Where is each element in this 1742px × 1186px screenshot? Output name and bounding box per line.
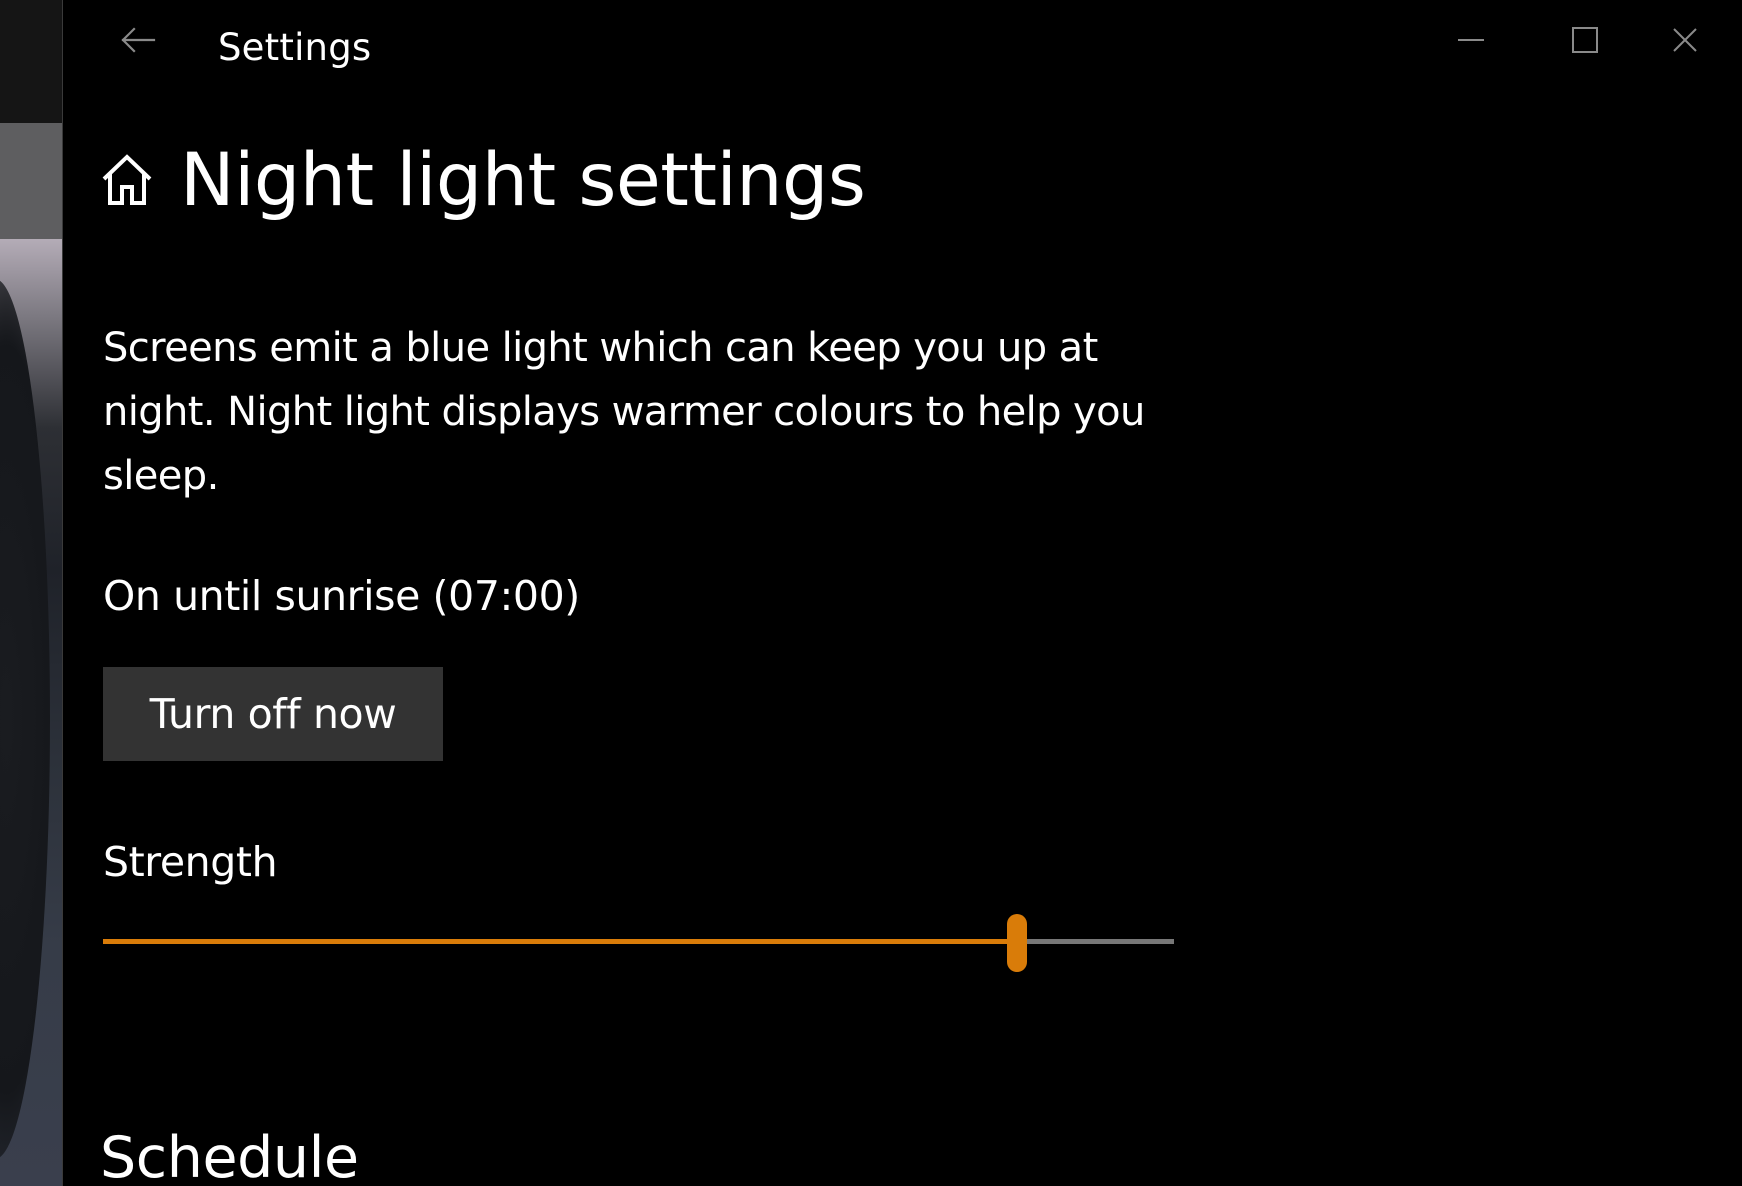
close-button[interactable] <box>1628 0 1742 80</box>
home-icon[interactable] <box>98 151 156 209</box>
settings-window: Settings Night light settings Screens em… <box>0 0 1742 1186</box>
desktop-wallpaper <box>0 239 62 1186</box>
close-icon <box>1673 28 1697 52</box>
minimize-button[interactable] <box>1414 0 1528 80</box>
slider-fill <box>103 939 1017 944</box>
night-light-status: On until sunrise (07:00) <box>103 572 580 620</box>
maximize-button[interactable] <box>1528 0 1642 80</box>
window-border <box>62 0 63 1186</box>
night-light-description: Screens emit a blue light which can keep… <box>103 325 1145 499</box>
strength-slider[interactable] <box>103 912 1174 972</box>
minimize-icon <box>1458 39 1484 41</box>
strength-label: Strength <box>103 838 278 886</box>
schedule-heading: Schedule <box>100 1125 359 1186</box>
page-title: Night light settings <box>180 137 866 223</box>
turn-off-now-button[interactable]: Turn off now <box>103 667 443 761</box>
back-button[interactable] <box>103 12 173 68</box>
title-bar: Settings <box>63 0 1742 100</box>
page-header: Night light settings <box>98 130 866 230</box>
back-arrow-icon <box>121 27 156 53</box>
slider-thumb[interactable] <box>1006 914 1027 972</box>
app-title: Settings <box>218 26 372 69</box>
maximize-icon <box>1572 27 1598 53</box>
background-window-peek <box>0 0 62 1186</box>
